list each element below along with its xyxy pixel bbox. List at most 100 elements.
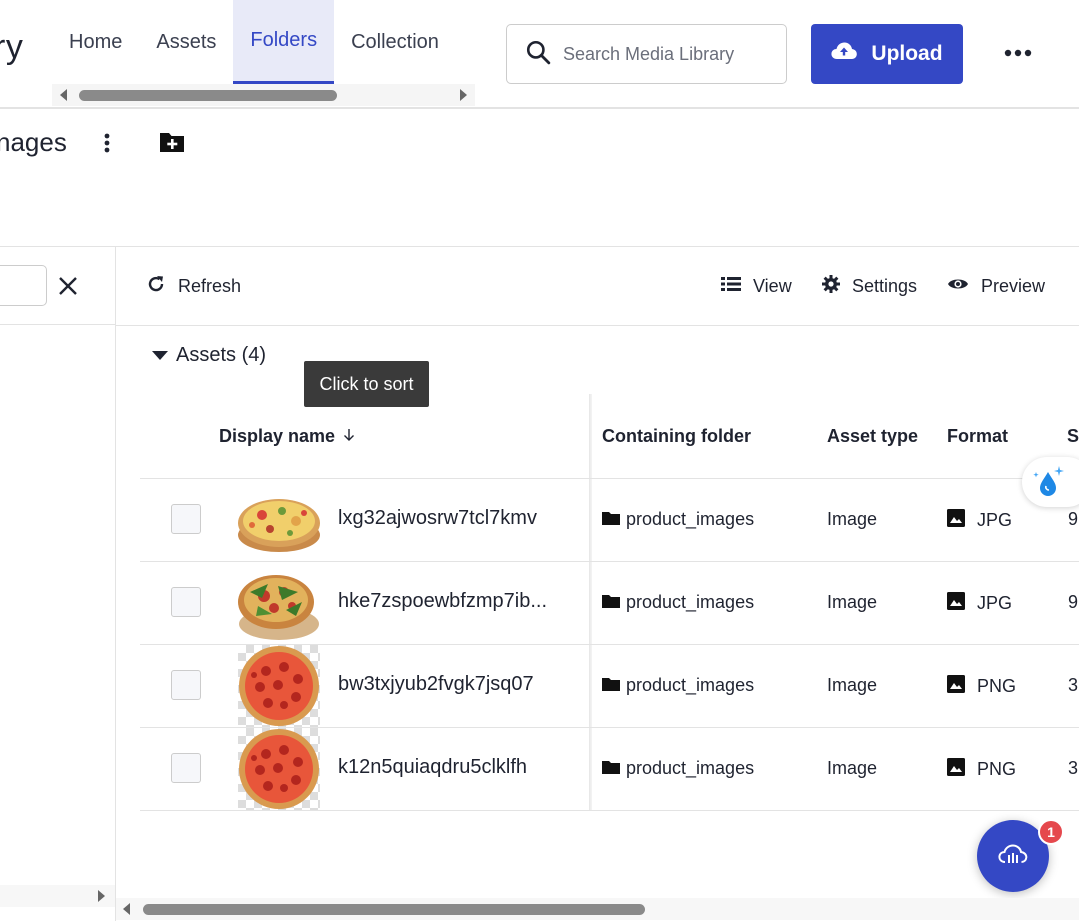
eye-icon xyxy=(947,276,969,297)
asset-name[interactable]: bw3txjyub2fvgk7jsq07 xyxy=(338,673,534,696)
close-icon[interactable] xyxy=(56,274,80,298)
left-pane-scrollbar[interactable] xyxy=(0,885,115,907)
upload-label: Upload xyxy=(871,42,943,65)
image-icon xyxy=(947,592,965,615)
asset-format: PNG xyxy=(947,758,1016,781)
more-vertical-icon[interactable] xyxy=(96,128,118,158)
containing-folder[interactable]: product_images xyxy=(602,675,754,696)
table-bottom-border xyxy=(140,810,1079,811)
scroll-right-icon[interactable] xyxy=(460,89,467,101)
row-checkbox[interactable] xyxy=(171,670,201,700)
main-scrollbar[interactable] xyxy=(116,898,1079,920)
containing-folder[interactable]: product_images xyxy=(602,509,754,530)
main-nav: Home Assets Folders Collection xyxy=(52,0,475,84)
format-label: JPG xyxy=(977,510,1013,530)
ai-assistant-button[interactable] xyxy=(1022,457,1079,507)
row-checkbox[interactable] xyxy=(171,753,201,783)
column-label-display-name: Display name xyxy=(219,425,336,446)
folder-name: product_images xyxy=(626,675,755,695)
view-button[interactable]: View xyxy=(721,272,792,300)
scrollbar-thumb[interactable] xyxy=(79,90,337,101)
asset-thumbnail[interactable] xyxy=(238,562,320,644)
column-header-asset-type[interactable]: Asset type xyxy=(827,394,918,478)
toolbar-divider xyxy=(116,325,1079,326)
cloud-icon xyxy=(998,843,1028,870)
asset-type: Image xyxy=(827,675,878,695)
section-divider xyxy=(0,246,1079,247)
asset-size: 9 xyxy=(1068,509,1079,529)
view-label: View xyxy=(753,275,792,296)
image-icon xyxy=(947,675,965,698)
asset-format: JPG xyxy=(947,592,1012,615)
nav-scrollbar[interactable] xyxy=(52,84,475,106)
preview-label: Preview xyxy=(981,275,1046,296)
refresh-label: Refresh xyxy=(178,275,242,296)
image-icon xyxy=(947,758,965,781)
tab-assets[interactable]: Assets xyxy=(139,0,233,84)
table-row[interactable]: lxg32ajwosrw7tcl7kmv product_images Imag… xyxy=(140,478,1079,561)
folder-plus-icon[interactable] xyxy=(158,128,186,156)
search-box[interactable] xyxy=(506,24,787,84)
table-row[interactable]: hke7zspoewbfzmp7ib... product_images Ima… xyxy=(140,561,1079,644)
asset-thumbnail[interactable] xyxy=(238,479,320,561)
settings-label: Settings xyxy=(852,275,918,296)
sort-tooltip: Click to sort xyxy=(304,361,429,407)
containing-folder[interactable]: product_images xyxy=(602,592,754,613)
search-input[interactable] xyxy=(563,43,763,65)
scrollbar-thumb[interactable] xyxy=(143,904,645,915)
search-icon xyxy=(525,39,551,70)
more-horizontal-icon[interactable] xyxy=(1000,38,1036,68)
refresh-button[interactable]: Refresh xyxy=(146,272,241,300)
assets-heading: Assets (4) xyxy=(176,344,267,366)
arrow-down-icon xyxy=(343,426,355,447)
upload-button[interactable]: Upload xyxy=(811,24,963,84)
asset-name[interactable]: lxg32ajwosrw7tcl7kmv xyxy=(338,507,537,530)
row-checkbox[interactable] xyxy=(171,587,201,617)
column-header-format[interactable]: Format xyxy=(947,394,1008,478)
scroll-left-icon[interactable] xyxy=(60,89,67,101)
asset-thumbnail[interactable] xyxy=(238,645,320,727)
asset-type: Image xyxy=(827,758,878,778)
caret-down-icon xyxy=(152,351,168,360)
asset-size: 9 xyxy=(1068,592,1079,612)
scroll-left-icon[interactable] xyxy=(123,903,130,915)
asset-name[interactable]: k12n5quiaqdru5clklfh xyxy=(338,756,527,779)
folder-icon xyxy=(602,592,620,613)
header-divider xyxy=(0,107,1079,109)
column-header-containing-folder[interactable]: Containing folder xyxy=(602,394,751,478)
left-pane-divider xyxy=(0,324,116,325)
format-label: PNG xyxy=(977,676,1017,696)
image-icon xyxy=(947,509,965,532)
folder-icon xyxy=(602,509,620,530)
settings-button[interactable]: Settings xyxy=(822,272,917,300)
asset-format: JPG xyxy=(947,509,1012,532)
app-title: ry xyxy=(0,28,24,66)
scroll-right-icon[interactable] xyxy=(98,890,105,902)
asset-type: Image xyxy=(827,592,878,612)
containing-folder[interactable]: product_images xyxy=(602,758,754,779)
asset-name[interactable]: hke7zspoewbfzmp7ib... xyxy=(338,590,547,613)
folder-title: nages xyxy=(0,127,67,157)
folder-filter-input[interactable] xyxy=(0,265,47,306)
folder-name: product_images xyxy=(626,509,755,529)
folder-name: product_images xyxy=(626,592,755,612)
refresh-icon xyxy=(146,274,166,299)
table-row[interactable]: k12n5quiaqdru5clklfh product_images Imag… xyxy=(140,727,1079,810)
row-checkbox[interactable] xyxy=(171,504,201,534)
format-label: JPG xyxy=(977,593,1013,613)
assets-section-toggle[interactable]: Assets (4) xyxy=(152,344,266,367)
pane-splitter[interactable] xyxy=(115,247,116,921)
asset-thumbnail[interactable] xyxy=(238,728,320,810)
folder-icon xyxy=(602,758,620,779)
notification-badge: 1 xyxy=(1038,819,1064,845)
tab-home[interactable]: Home xyxy=(52,0,139,84)
asset-format: PNG xyxy=(947,675,1016,698)
tab-folders[interactable]: Folders xyxy=(233,0,335,84)
cloud-upload-icon xyxy=(831,41,858,67)
asset-size: 3 xyxy=(1068,675,1079,695)
folder-name: product_images xyxy=(626,758,755,778)
preview-button[interactable]: Preview xyxy=(947,272,1045,300)
tab-collections[interactable]: Collection xyxy=(334,0,456,84)
table-row[interactable]: bw3txjyub2fvgk7jsq07 product_images Imag… xyxy=(140,644,1079,727)
list-view-icon xyxy=(721,276,741,297)
